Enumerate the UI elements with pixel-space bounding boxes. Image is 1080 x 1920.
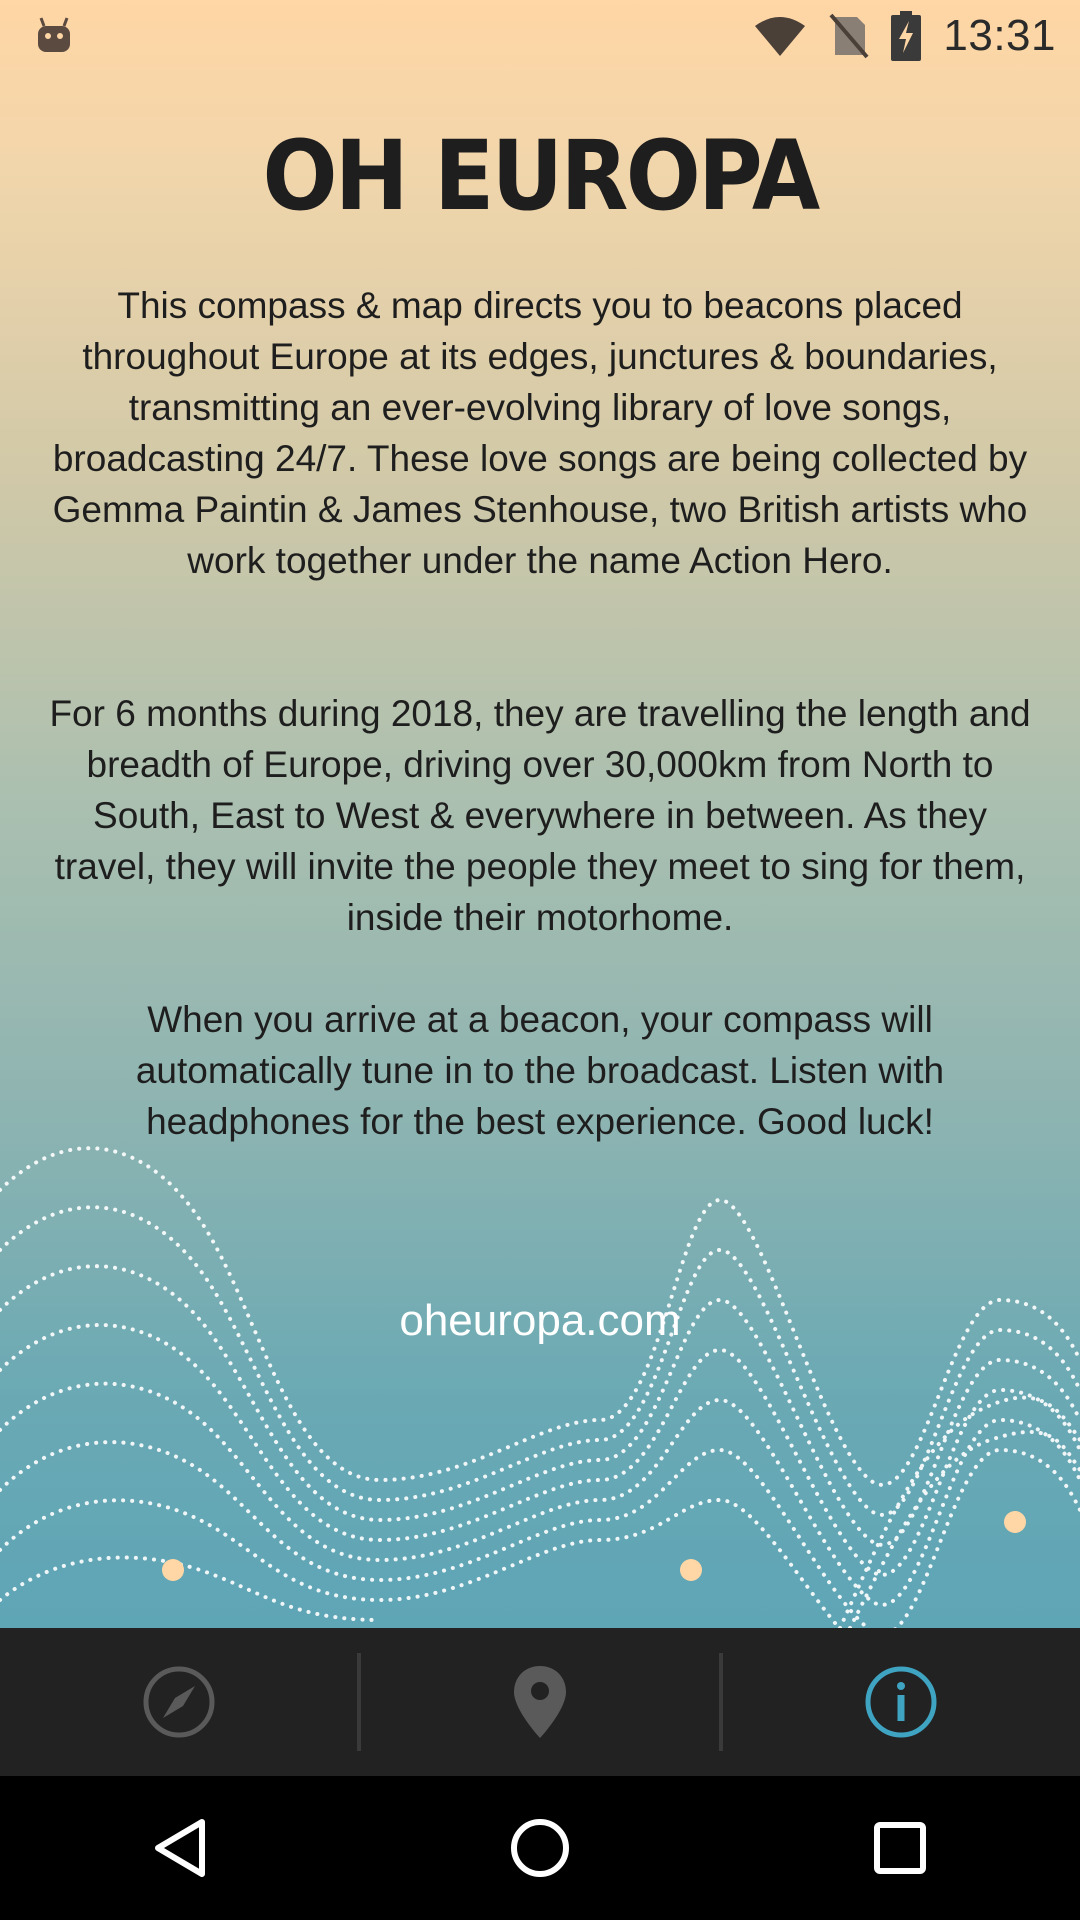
travel-paragraph: For 6 months during 2018, they are trave…: [49, 693, 1031, 938]
website-link[interactable]: oheuropa.com: [0, 1296, 1080, 1346]
android-debug-icon: [38, 17, 70, 52]
map-pin-icon: [513, 1666, 566, 1738]
battery-charging-icon: [891, 11, 922, 61]
status-icons: 13:31: [753, 8, 1056, 64]
clock: 13:31: [943, 11, 1056, 60]
tab-compass[interactable]: [0, 1628, 357, 1776]
system-nav-bar: [0, 1776, 1080, 1920]
about-screen: 13:31 OH EUROPA This compass & map direc…: [0, 0, 1080, 1628]
intro-paragraph: This compass & map directs you to beacon…: [52, 285, 1028, 581]
recents-icon: [874, 1822, 926, 1874]
compass-icon: [143, 1666, 215, 1738]
tab-map[interactable]: [361, 1628, 718, 1776]
page-title: OH EUROPA: [262, 120, 820, 232]
bottom-tab-bar: [0, 1628, 1080, 1776]
back-button[interactable]: [120, 1788, 240, 1908]
info-icon: [865, 1666, 937, 1738]
no-sim-icon: [829, 13, 869, 59]
tab-info[interactable]: [723, 1628, 1080, 1776]
home-icon: [511, 1819, 569, 1877]
status-bar: 13:31: [0, 0, 1080, 72]
back-icon: [155, 1819, 205, 1877]
sound-wave-decoration: [0, 1146, 1080, 1628]
wifi-icon: [755, 17, 806, 56]
instructions-paragraph: When you arrive at a beacon, your compas…: [135, 999, 945, 1142]
home-button[interactable]: [480, 1788, 600, 1908]
recents-button[interactable]: [840, 1788, 960, 1908]
